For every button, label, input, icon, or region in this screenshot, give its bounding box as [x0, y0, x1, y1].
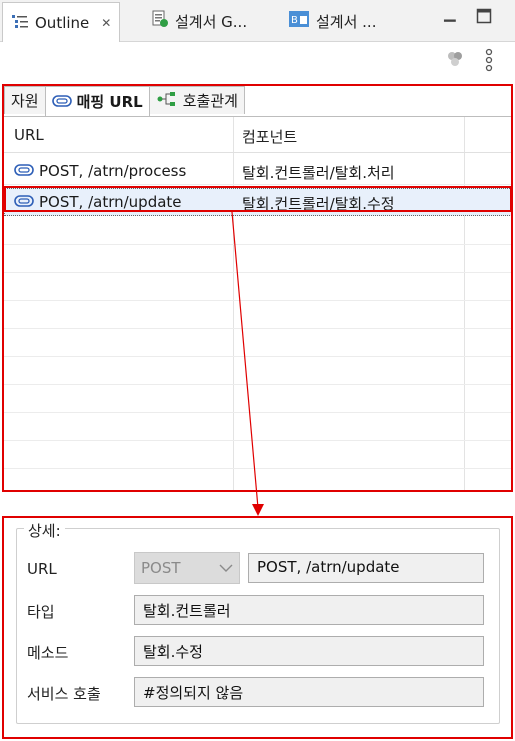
service-call-field[interactable]: #정의되지 않음 [134, 677, 484, 707]
service-call-label: 서비스 호출 [27, 685, 101, 703]
type-field[interactable]: 탈회.컨트롤러 [134, 595, 484, 625]
details-title: 상세: [24, 520, 65, 541]
chevron-down-icon [219, 559, 233, 577]
method-label: 메소드 [27, 644, 69, 662]
method-field[interactable]: 탈회.수정 [134, 636, 484, 666]
type-label: 타입 [27, 603, 55, 621]
http-method-value: POST [141, 559, 181, 577]
url-field[interactable]: POST, /atrn/update [248, 553, 484, 583]
url-label: URL [27, 560, 57, 578]
http-method-select[interactable]: POST [134, 552, 240, 584]
